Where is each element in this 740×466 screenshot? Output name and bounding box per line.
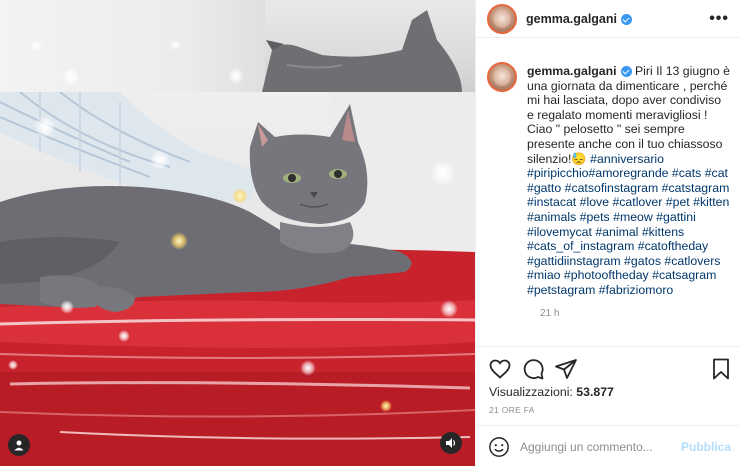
sparkle-effect: [60, 300, 74, 314]
views-count[interactable]: Visualizzazioni: 53.877: [489, 385, 614, 399]
post-actions: Visualizzazioni: 53.877 21 ORE FA Pubbli…: [476, 346, 740, 466]
caption-text: Piri Il 13 giugno è una giornata da dime…: [527, 64, 730, 166]
sparkle-effect: [430, 160, 456, 186]
sparkle-effect: [170, 40, 180, 50]
caption-avatar[interactable]: [487, 62, 517, 92]
sparkle-effect: [8, 360, 18, 370]
sparkle-effect: [170, 232, 188, 250]
sound-toggle-button[interactable]: [440, 432, 462, 454]
comment-icon[interactable]: [521, 357, 545, 381]
username-text[interactable]: gemma.galgani: [526, 12, 617, 26]
sparkle-effect: [440, 300, 458, 318]
caption-username[interactable]: gemma.galgani: [527, 64, 617, 78]
speaker-icon: [446, 438, 456, 448]
comment-bar: Pubblica: [476, 425, 740, 466]
caption-text-block: gemma.galgani Piri Il 13 giugno è una gi…: [527, 64, 731, 298]
caption-row: gemma.galgani Piri Il 13 giugno è una gi…: [487, 62, 731, 298]
cat-reflection-image: [262, 10, 462, 92]
verified-badge-icon: [620, 66, 632, 78]
sparkle-effect: [34, 116, 56, 138]
share-icon[interactable]: [554, 357, 578, 381]
more-options-icon[interactable]: •••: [709, 10, 729, 28]
sparkle-effect: [62, 68, 80, 86]
sparkle-effect: [150, 150, 170, 170]
user-tag-icon: [14, 440, 24, 451]
views-number: 53.877: [576, 385, 614, 399]
sparkle-effect: [228, 68, 244, 84]
cat-photo: [0, 92, 475, 466]
caption-time-ago: 21 h: [540, 307, 560, 319]
sparkle-effect: [300, 360, 316, 376]
username-link[interactable]: gemma.galgani: [526, 12, 632, 26]
sparkle-effect: [380, 400, 392, 412]
caption-hashtags[interactable]: #anniversario #piripicchio#amoregrande #…: [527, 152, 729, 297]
photo-main-frame: [0, 92, 475, 466]
verified-badge-icon: [621, 13, 632, 25]
caption-area: gemma.galgani Piri Il 13 giugno è una gi…: [476, 38, 740, 346]
action-icon-row: [488, 357, 733, 383]
sparkle-effect: [30, 40, 42, 52]
user-tag-button[interactable]: [8, 434, 30, 456]
post-header: gemma.galgani •••: [476, 0, 740, 38]
post-date[interactable]: 21 ORE FA: [489, 405, 535, 415]
publish-button[interactable]: Pubblica: [681, 440, 731, 454]
sparkle-effect: [232, 188, 248, 204]
views-label: Visualizzazioni:: [489, 385, 573, 399]
bookmark-icon[interactable]: [709, 357, 733, 381]
heart-icon[interactable]: [488, 357, 512, 381]
avatar[interactable]: [487, 3, 517, 34]
emoji-icon[interactable]: [488, 436, 510, 458]
post-side-panel: gemma.galgani ••• gemma.galgani Piri Il …: [475, 0, 740, 466]
comment-input[interactable]: [520, 439, 680, 454]
sparkle-effect: [118, 330, 130, 342]
post-media[interactable]: [0, 0, 475, 466]
